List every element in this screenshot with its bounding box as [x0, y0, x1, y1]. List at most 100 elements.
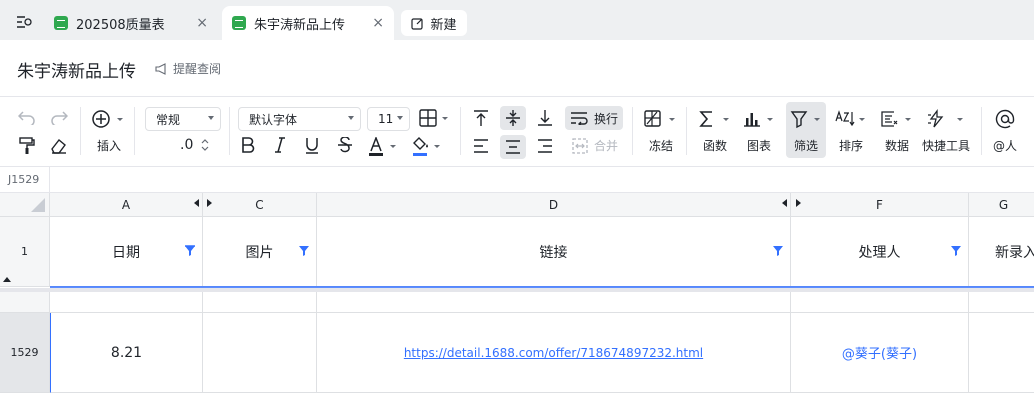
align-bottom-icon[interactable] — [536, 109, 554, 127]
undo-icon[interactable] — [18, 109, 36, 125]
chart-label: 图表 — [746, 139, 771, 153]
edit-icon — [411, 17, 424, 30]
chart-button[interactable]: 图表 — [742, 105, 776, 154]
cell[interactable] — [791, 292, 969, 313]
header-cell-image[interactable]: 图片 — [203, 217, 317, 287]
quick-tools-label: 快捷工具 — [922, 139, 971, 153]
data-button[interactable]: 数据 — [880, 105, 914, 154]
mention-button[interactable]: @人 — [993, 105, 1017, 154]
at-icon — [995, 109, 1015, 129]
font-family-select[interactable]: 默认字体 — [238, 107, 361, 131]
product-link[interactable]: https://detail.1688.com/offer/7186748972… — [404, 346, 703, 360]
cell[interactable] — [969, 292, 1034, 313]
hidden-column-marker-icon[interactable] — [207, 199, 212, 207]
close-icon[interactable]: × — [372, 15, 384, 31]
wrap-label: 换行 — [593, 111, 618, 126]
handler-mention[interactable]: @葵子(葵子) — [842, 343, 917, 362]
decimal-button[interactable]: .0 — [180, 137, 209, 153]
column-header-a[interactable]: A — [50, 193, 203, 217]
font-size-select[interactable]: 11 — [367, 107, 410, 131]
format-painter-icon[interactable] — [19, 137, 35, 155]
document-title[interactable]: 朱宇涛新品上传 — [17, 57, 136, 82]
date-value: 8.21 — [110, 344, 143, 361]
number-format-select[interactable]: 常规 — [145, 107, 221, 131]
strikethrough-icon[interactable] — [337, 137, 353, 154]
header-cell-date[interactable]: 日期 — [50, 217, 203, 287]
underline-icon[interactable] — [305, 137, 319, 154]
header-cell-new-entry[interactable]: 新录入 — [969, 217, 1034, 287]
new-tab-button[interactable]: 新建 — [401, 10, 467, 36]
close-icon[interactable]: × — [196, 15, 208, 31]
column-header-g[interactable]: G — [969, 193, 1034, 217]
sigma-icon — [699, 111, 729, 127]
cell-new-entry[interactable] — [969, 313, 1034, 393]
header-cell-text: 日期 — [112, 244, 140, 261]
align-right-icon[interactable] — [536, 138, 554, 154]
column-header-c[interactable]: C — [203, 193, 317, 217]
header-cell-text: 处理人 — [858, 244, 901, 261]
freeze-label: 冻结 — [648, 139, 673, 153]
cell-date[interactable]: 8.21 — [50, 313, 203, 393]
header-cell-text: 图片 — [245, 244, 274, 261]
data-label: 数据 — [884, 139, 909, 153]
header-cell-link[interactable]: 链接 — [317, 217, 791, 287]
mention-label: @人 — [993, 139, 1018, 153]
bold-icon[interactable] — [241, 137, 255, 153]
row-header-spacer[interactable] — [0, 292, 50, 313]
insert-button[interactable]: 插入 — [92, 105, 126, 154]
align-top-icon[interactable] — [472, 109, 490, 127]
megaphone-icon — [155, 62, 166, 75]
row-header-1529[interactable]: 1529 — [0, 313, 50, 393]
sheet-icon — [232, 16, 246, 30]
font-color-icon[interactable] — [368, 137, 400, 157]
italic-icon[interactable] — [273, 137, 287, 153]
cell-image[interactable] — [203, 313, 317, 393]
menu-icon[interactable] — [16, 14, 32, 33]
plus-circle-icon — [92, 110, 123, 128]
redo-icon[interactable] — [50, 109, 68, 125]
filter-icon[interactable] — [298, 245, 310, 257]
wrap-icon — [570, 112, 588, 125]
number-format-value: 常规 — [156, 112, 181, 127]
column-header-f[interactable]: F — [791, 193, 969, 217]
filter-button[interactable]: 筛选 — [786, 102, 826, 158]
remind-label: 提醒查阅 — [173, 62, 222, 76]
remind-button[interactable]: 提醒查阅 — [155, 60, 221, 77]
sort-icon — [835, 110, 865, 127]
cell[interactable] — [203, 292, 317, 313]
align-left-icon[interactable] — [472, 138, 490, 154]
cell[interactable] — [50, 292, 203, 313]
filter-icon[interactable] — [184, 245, 196, 257]
data-icon — [881, 111, 911, 127]
align-middle-icon[interactable] — [500, 106, 526, 130]
hidden-column-marker-icon[interactable] — [782, 199, 787, 207]
fill-color-icon[interactable] — [412, 137, 444, 157]
hidden-column-marker-icon[interactable] — [194, 199, 199, 207]
filter-icon[interactable] — [950, 245, 962, 257]
cell-handler[interactable]: @葵子(葵子) — [791, 313, 969, 393]
wrap-text-button[interactable]: 换行 — [565, 106, 623, 130]
quick-tools-button[interactable]: 快捷工具 — [922, 105, 970, 154]
cell-link[interactable]: https://detail.1688.com/offer/7186748972… — [317, 313, 791, 393]
border-icon[interactable] — [419, 109, 449, 127]
collapse-arrow-icon[interactable] — [3, 277, 11, 282]
cell-reference[interactable]: J1529 — [8, 173, 39, 186]
cell[interactable] — [317, 292, 791, 313]
eraser-icon[interactable] — [50, 137, 68, 155]
tab-quality-sheet[interactable]: 202508质量表 × — [44, 6, 218, 40]
merge-label: 合并 — [594, 139, 619, 153]
tab-new-products[interactable]: 朱宇涛新品上传 × — [222, 6, 394, 40]
select-all-corner[interactable] — [0, 193, 50, 217]
function-button[interactable]: 函数 — [698, 105, 732, 154]
decimal-label: .0 — [180, 137, 194, 153]
hidden-column-marker-icon[interactable] — [796, 199, 801, 207]
header-cell-handler[interactable]: 处理人 — [791, 217, 969, 287]
bar-chart-icon — [744, 113, 773, 127]
function-label: 函数 — [702, 139, 727, 153]
align-center-icon[interactable] — [500, 135, 526, 159]
column-header-d[interactable]: D — [317, 193, 791, 217]
freeze-button[interactable]: 冻结 — [644, 105, 678, 154]
sort-button[interactable]: 排序 — [834, 105, 868, 154]
filter-icon[interactable] — [772, 245, 784, 257]
merge-button[interactable]: 合并 — [572, 137, 618, 154]
